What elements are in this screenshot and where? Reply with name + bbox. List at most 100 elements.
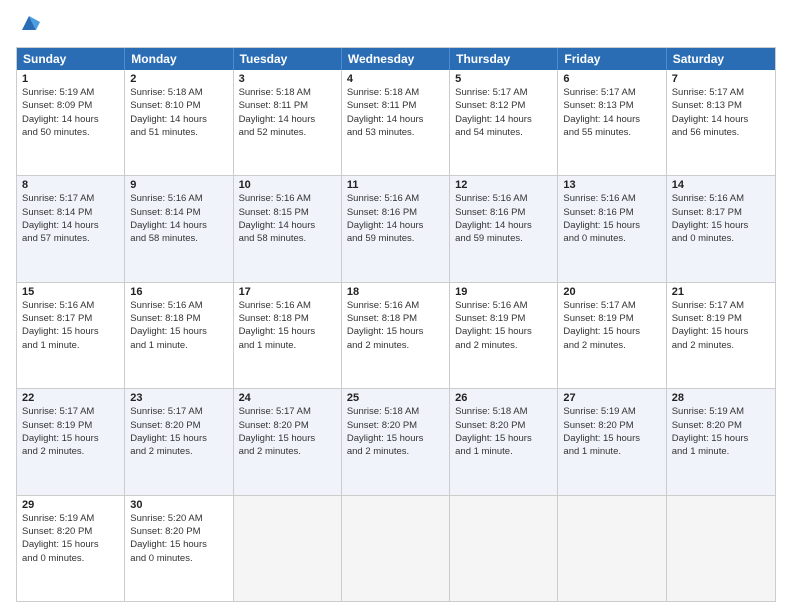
day-number: 11 (347, 179, 444, 191)
cell-info-line: Sunrise: 5:16 AM (130, 299, 227, 312)
day-number: 13 (563, 179, 660, 191)
cell-info-line: Sunset: 8:20 PM (347, 419, 444, 432)
header (16, 12, 776, 39)
calendar-cell: 24Sunrise: 5:17 AMSunset: 8:20 PMDayligh… (234, 389, 342, 494)
cell-info-line: Sunrise: 5:16 AM (239, 299, 336, 312)
cell-info-line: Daylight: 15 hours (130, 432, 227, 445)
calendar-body: 1Sunrise: 5:19 AMSunset: 8:09 PMDaylight… (17, 70, 775, 601)
cell-info-line: Sunrise: 5:19 AM (672, 405, 770, 418)
cell-info-line: and 56 minutes. (672, 126, 770, 139)
calendar-cell: 12Sunrise: 5:16 AMSunset: 8:16 PMDayligh… (450, 176, 558, 281)
cell-info-line: Daylight: 14 hours (130, 219, 227, 232)
cell-info-line: Sunset: 8:20 PM (672, 419, 770, 432)
calendar-cell: 1Sunrise: 5:19 AMSunset: 8:09 PMDaylight… (17, 70, 125, 175)
cell-info-line: and 0 minutes. (22, 552, 119, 565)
cell-info-line: and 59 minutes. (455, 232, 552, 245)
day-number: 22 (22, 392, 119, 404)
cell-info-line: Daylight: 15 hours (22, 325, 119, 338)
cell-info-line: Sunrise: 5:16 AM (130, 192, 227, 205)
cell-info-line: Daylight: 15 hours (672, 432, 770, 445)
calendar-cell: 18Sunrise: 5:16 AMSunset: 8:18 PMDayligh… (342, 283, 450, 388)
cell-info-line: Sunrise: 5:16 AM (239, 192, 336, 205)
day-number: 20 (563, 286, 660, 298)
cell-info-line: Daylight: 14 hours (239, 219, 336, 232)
cell-info-line: Daylight: 15 hours (563, 432, 660, 445)
cell-info-line: Sunrise: 5:18 AM (347, 405, 444, 418)
calendar-cell: 14Sunrise: 5:16 AMSunset: 8:17 PMDayligh… (667, 176, 775, 281)
cell-info-line: and 2 minutes. (347, 339, 444, 352)
calendar-header-cell: Sunday (17, 48, 125, 70)
day-number: 30 (130, 499, 227, 511)
cell-info-line: and 1 minute. (672, 445, 770, 458)
day-number: 5 (455, 73, 552, 85)
cell-info-line: Sunrise: 5:18 AM (239, 86, 336, 99)
cell-info-line: Sunrise: 5:20 AM (130, 512, 227, 525)
cell-info-line: Sunrise: 5:18 AM (347, 86, 444, 99)
cell-info-line: Sunrise: 5:17 AM (22, 192, 119, 205)
cell-info-line: Daylight: 14 hours (347, 113, 444, 126)
calendar-cell: 23Sunrise: 5:17 AMSunset: 8:20 PMDayligh… (125, 389, 233, 494)
cell-info-line: Sunset: 8:19 PM (563, 312, 660, 325)
calendar-week-row: 15Sunrise: 5:16 AMSunset: 8:17 PMDayligh… (17, 282, 775, 388)
cell-info-line: Sunset: 8:14 PM (22, 206, 119, 219)
cell-info-line: Sunset: 8:11 PM (239, 99, 336, 112)
cell-info-line: and 0 minutes. (563, 232, 660, 245)
calendar-header-cell: Friday (558, 48, 666, 70)
cell-info-line: Daylight: 14 hours (22, 113, 119, 126)
cell-info-line: Sunset: 8:16 PM (455, 206, 552, 219)
cell-info-line: Sunrise: 5:16 AM (455, 299, 552, 312)
logo (16, 12, 36, 39)
cell-info-line: Sunrise: 5:17 AM (239, 405, 336, 418)
calendar-cell: 21Sunrise: 5:17 AMSunset: 8:19 PMDayligh… (667, 283, 775, 388)
day-number: 24 (239, 392, 336, 404)
cell-info-line: Sunrise: 5:16 AM (22, 299, 119, 312)
calendar-cell: 8Sunrise: 5:17 AMSunset: 8:14 PMDaylight… (17, 176, 125, 281)
cell-info-line: and 2 minutes. (455, 339, 552, 352)
day-number: 8 (22, 179, 119, 191)
calendar-cell (342, 496, 450, 601)
cell-info-line: and 1 minute. (239, 339, 336, 352)
cell-info-line: and 2 minutes. (239, 445, 336, 458)
cell-info-line: Sunset: 8:19 PM (455, 312, 552, 325)
calendar-cell: 17Sunrise: 5:16 AMSunset: 8:18 PMDayligh… (234, 283, 342, 388)
cell-info-line: Sunrise: 5:16 AM (347, 299, 444, 312)
cell-info-line: and 2 minutes. (563, 339, 660, 352)
day-number: 16 (130, 286, 227, 298)
cell-info-line: and 50 minutes. (22, 126, 119, 139)
cell-info-line: and 53 minutes. (347, 126, 444, 139)
cell-info-line: Daylight: 15 hours (672, 219, 770, 232)
cell-info-line: Daylight: 15 hours (563, 325, 660, 338)
cell-info-line: Daylight: 14 hours (455, 113, 552, 126)
cell-info-line: Daylight: 15 hours (130, 325, 227, 338)
calendar-cell: 16Sunrise: 5:16 AMSunset: 8:18 PMDayligh… (125, 283, 233, 388)
cell-info-line: and 51 minutes. (130, 126, 227, 139)
day-number: 28 (672, 392, 770, 404)
cell-info-line: Daylight: 15 hours (455, 432, 552, 445)
cell-info-line: Daylight: 15 hours (130, 538, 227, 551)
cell-info-line: Sunset: 8:20 PM (22, 525, 119, 538)
cell-info-line: and 59 minutes. (347, 232, 444, 245)
cell-info-line: Sunset: 8:20 PM (455, 419, 552, 432)
cell-info-line: Sunset: 8:16 PM (347, 206, 444, 219)
day-number: 18 (347, 286, 444, 298)
cell-info-line: and 1 minute. (563, 445, 660, 458)
calendar-header-cell: Monday (125, 48, 233, 70)
day-number: 7 (672, 73, 770, 85)
cell-info-line: and 1 minute. (22, 339, 119, 352)
cell-info-line: Sunrise: 5:16 AM (455, 192, 552, 205)
day-number: 19 (455, 286, 552, 298)
cell-info-line: Sunrise: 5:17 AM (563, 86, 660, 99)
cell-info-line: Sunrise: 5:16 AM (563, 192, 660, 205)
cell-info-line: Sunset: 8:20 PM (239, 419, 336, 432)
cell-info-line: Sunset: 8:11 PM (347, 99, 444, 112)
cell-info-line: Sunset: 8:12 PM (455, 99, 552, 112)
cell-info-line: Sunset: 8:18 PM (239, 312, 336, 325)
cell-info-line: Daylight: 15 hours (455, 325, 552, 338)
logo-icon (18, 12, 40, 34)
day-number: 12 (455, 179, 552, 191)
day-number: 2 (130, 73, 227, 85)
cell-info-line: Sunrise: 5:19 AM (22, 512, 119, 525)
calendar-header-cell: Wednesday (342, 48, 450, 70)
cell-info-line: and 2 minutes. (672, 339, 770, 352)
calendar-cell: 20Sunrise: 5:17 AMSunset: 8:19 PMDayligh… (558, 283, 666, 388)
